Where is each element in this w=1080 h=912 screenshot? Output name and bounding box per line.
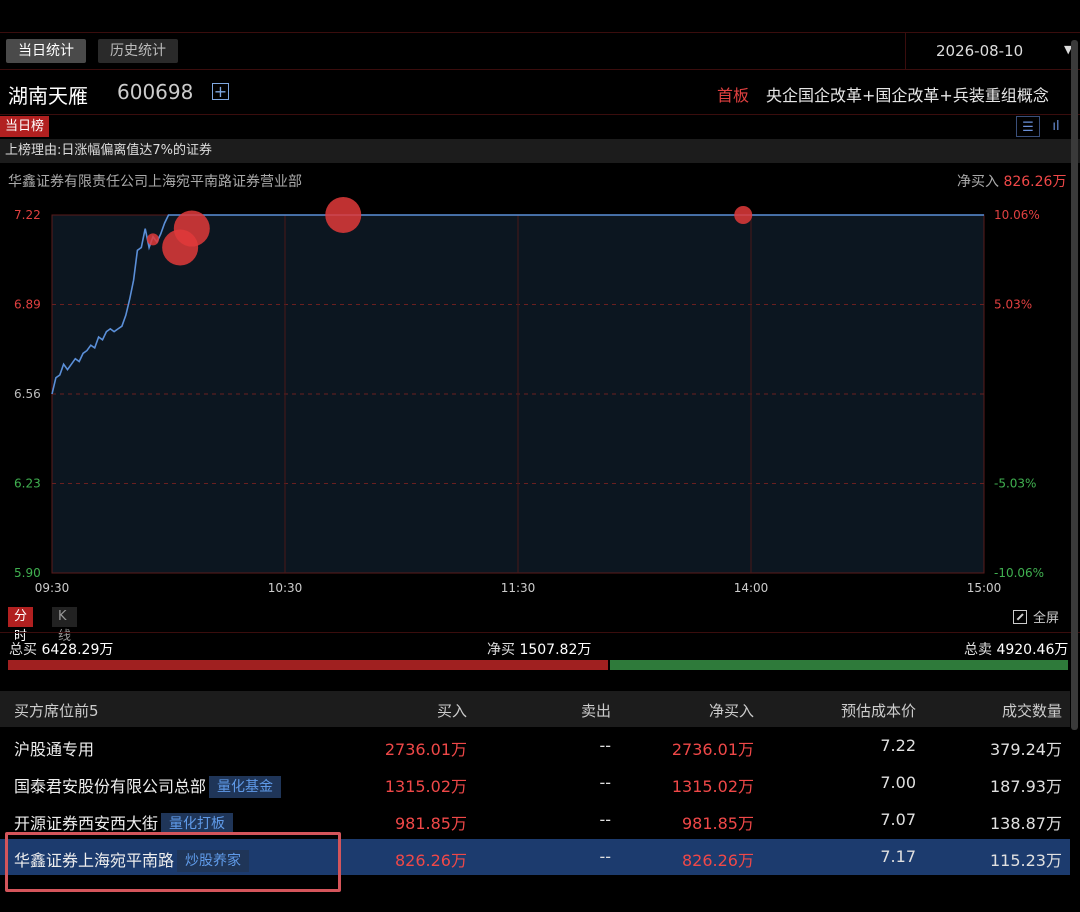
buy-amount: 1315.02万 bbox=[384, 777, 467, 796]
sell-amount: -- bbox=[599, 810, 611, 829]
board-badge: 首板 bbox=[717, 86, 750, 105]
table-header: 买方席位前5 买入 卖出 净买入 预估成本价 成交数量 bbox=[0, 691, 1070, 727]
buy-ratio-bar bbox=[8, 660, 608, 670]
pct-tick-label: -10.06% bbox=[994, 566, 1044, 580]
list-tag-row: 当日榜 ☰ ıl bbox=[0, 114, 1080, 140]
highlight-box bbox=[5, 832, 341, 892]
trade-volume: 379.24万 bbox=[990, 740, 1062, 759]
y-tick-label: 5.90 bbox=[14, 566, 41, 580]
scrollbar[interactable] bbox=[1071, 40, 1078, 730]
x-tick-label: 11:30 bbox=[501, 581, 536, 595]
col-header-volume[interactable]: 成交数量 bbox=[1002, 700, 1062, 721]
y-tick-label: 7.22 bbox=[14, 208, 41, 222]
tab-kline[interactable]: K线 bbox=[52, 607, 77, 644]
tab-history-stats[interactable]: 历史统计 bbox=[98, 39, 178, 63]
fullscreen-icon bbox=[1013, 610, 1027, 624]
x-tick-label: 10:30 bbox=[268, 581, 303, 595]
bar-chart-icon[interactable]: ıl bbox=[1044, 116, 1068, 137]
y-tick-label: 6.89 bbox=[14, 298, 41, 312]
col-header-cost[interactable]: 预估成本价 bbox=[841, 700, 916, 721]
pct-tick-label: 5.03% bbox=[994, 298, 1032, 312]
sell-ratio-bar bbox=[610, 660, 1068, 670]
y-tick-label: 6.56 bbox=[14, 387, 41, 401]
stat-tab-bar: 当日统计 历史统计 2026-08-10 ▼ bbox=[0, 32, 1080, 70]
table-row[interactable]: 沪股通专用 2736.01万 -- 2736.01万 7.22 379.24万 bbox=[0, 728, 1070, 764]
seat-name: 沪股通专用 bbox=[14, 740, 95, 759]
view-toggle: ☰ ıl bbox=[1016, 116, 1076, 137]
tab-today-stats[interactable]: 当日统计 bbox=[6, 39, 86, 63]
stock-header: 湖南天雁 600698 + 首板 央企国企改革+国企改革+兵装重组概念 bbox=[0, 70, 1080, 114]
net-amount: 1315.02万 bbox=[671, 777, 754, 796]
col-header-sell[interactable]: 卖出 bbox=[581, 700, 611, 721]
pct-tick-label: -5.03% bbox=[994, 477, 1036, 491]
total-sell: 总卖 4920.46万 bbox=[964, 642, 1069, 658]
fullscreen-button[interactable]: 全屏 bbox=[1013, 607, 1059, 626]
tab-intraday[interactable]: 分时 bbox=[8, 607, 34, 644]
net-amount: 981.85万 bbox=[682, 814, 754, 833]
cost-price: 7.17 bbox=[880, 847, 916, 866]
buy-amount: 826.26万 bbox=[395, 851, 467, 870]
net-amount: 2736.01万 bbox=[671, 740, 754, 759]
cost-price: 7.07 bbox=[880, 810, 916, 829]
col-header-buy[interactable]: 买入 bbox=[437, 700, 467, 721]
seat-tag[interactable]: 量化基金 bbox=[209, 776, 282, 798]
stock-name: 湖南天雁 bbox=[8, 84, 88, 108]
cost-price: 7.00 bbox=[880, 773, 916, 792]
buy-amount: 2736.01万 bbox=[384, 740, 467, 759]
total-buy: 总买 6428.29万 bbox=[9, 642, 114, 658]
trade-marker bbox=[173, 210, 210, 247]
net-buy-label: 净买入 bbox=[957, 174, 999, 190]
stock-code: 600698 bbox=[117, 80, 194, 104]
date-select[interactable]: 2026-08-10 ▼ bbox=[905, 33, 1080, 69]
trade-marker bbox=[146, 233, 159, 246]
trade-volume: 138.87万 bbox=[990, 814, 1062, 833]
table-row[interactable]: 国泰君安股份有限公司总部 量化基金 1315.02万 -- 1315.02万 7.… bbox=[0, 765, 1070, 801]
net-buy-total: 净买 1507.82万 bbox=[487, 642, 592, 658]
sell-amount: -- bbox=[599, 773, 611, 792]
trade-volume: 187.93万 bbox=[990, 777, 1062, 796]
cost-price: 7.22 bbox=[880, 736, 916, 755]
trade-marker bbox=[734, 206, 753, 224]
add-watchlist-icon[interactable]: + bbox=[212, 83, 229, 100]
date-value: 2026-08-10 bbox=[936, 42, 1024, 60]
today-list-tag[interactable]: 当日榜 bbox=[0, 116, 50, 137]
listing-reason: 上榜理由:日涨幅偏离值达7%的证券 bbox=[0, 139, 1080, 163]
col-header-seat[interactable]: 买方席位前5 bbox=[14, 700, 99, 721]
buy-amount: 981.85万 bbox=[395, 814, 467, 833]
fullscreen-label: 全屏 bbox=[1033, 611, 1060, 626]
trade-volume: 115.23万 bbox=[990, 851, 1062, 870]
x-tick-label: 09:30 bbox=[35, 581, 70, 595]
intraday-chart[interactable]: 7.22 10.06% 6.89 5.03% 6.56 6.23 -5.03% 5.90 -10… bbox=[0, 190, 1080, 605]
broker-name: 华鑫证券有限责任公司上海宛平南路证券营业部 bbox=[8, 174, 302, 190]
net-buy-value: 826.26万 bbox=[1003, 174, 1067, 190]
y-tick-label: 6.23 bbox=[14, 477, 41, 491]
broker-net-buy: 净买入 826.26万 bbox=[957, 171, 1066, 191]
seat-name: 国泰君安股份有限公司总部 量化基金 bbox=[14, 773, 282, 798]
net-amount: 826.26万 bbox=[682, 851, 754, 870]
trade-summary: 总买 6428.29万 净买 1507.82万 总卖 4920.46万 bbox=[0, 632, 1080, 659]
concept-tags: 央企国企改革+国企改革+兵装重组概念 bbox=[766, 86, 1049, 105]
x-tick-label: 14:00 bbox=[734, 581, 769, 595]
x-tick-label: 15:00 bbox=[967, 581, 1002, 595]
sell-amount: -- bbox=[599, 847, 611, 866]
trade-marker bbox=[325, 197, 362, 233]
sell-amount: -- bbox=[599, 736, 611, 755]
col-header-net[interactable]: 净买入 bbox=[709, 700, 754, 721]
pct-tick-label: 10.06% bbox=[994, 208, 1040, 222]
list-view-icon[interactable]: ☰ bbox=[1016, 116, 1040, 137]
